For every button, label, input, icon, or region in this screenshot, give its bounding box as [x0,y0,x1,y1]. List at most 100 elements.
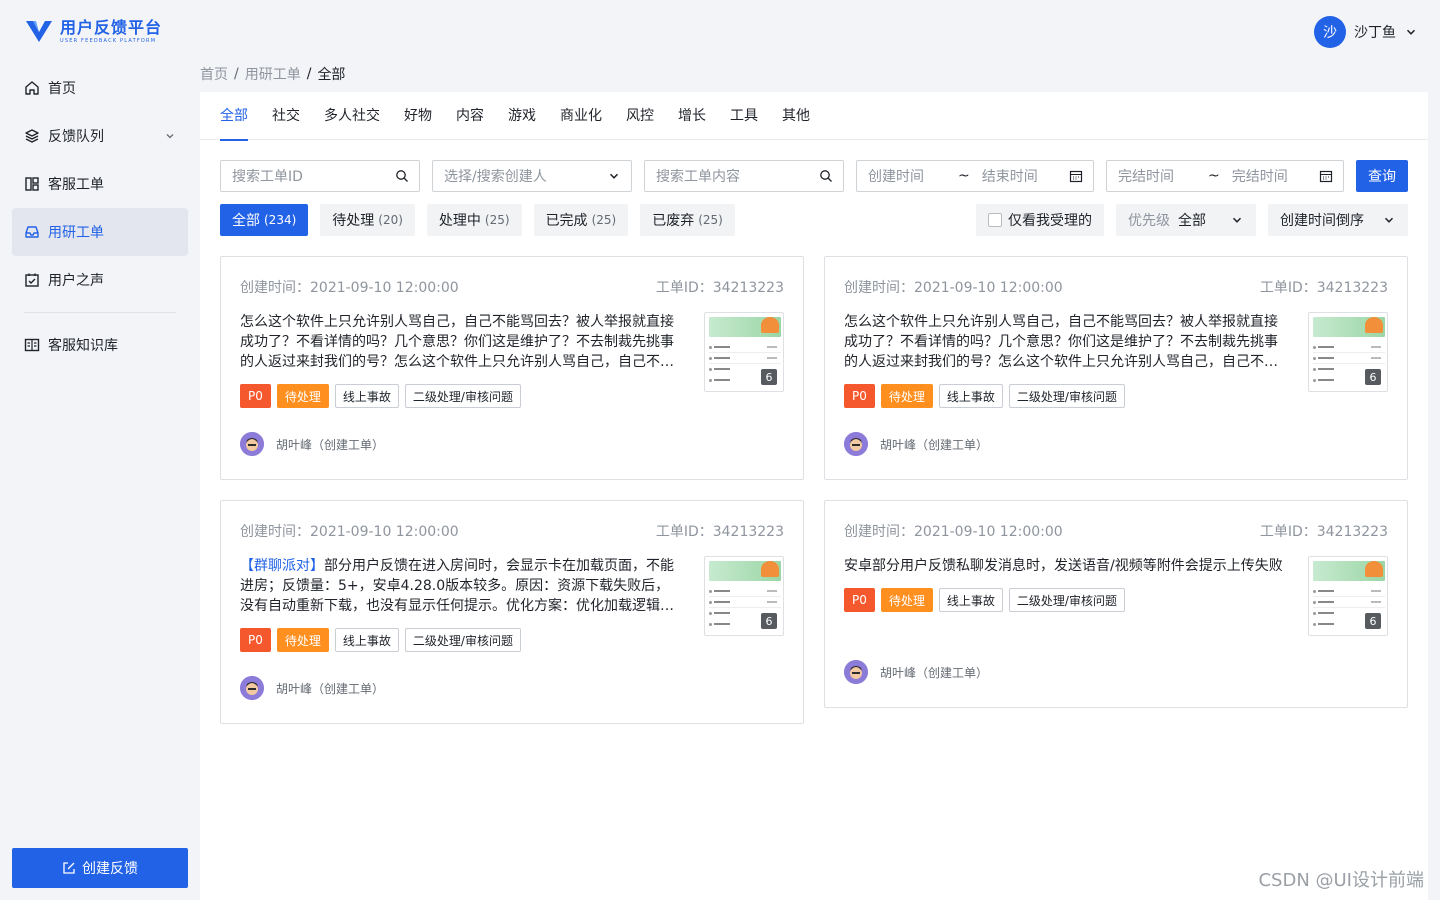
thumbnail-line [714,590,730,592]
priority-select[interactable]: 优先级 全部 [1116,204,1256,236]
priority-tag: P0 [240,384,271,408]
tab-content[interactable]: 内容 [456,92,484,140]
tab-game[interactable]: 游戏 [508,92,536,140]
ticket-card[interactable]: 创建时间：2021-09-10 12:00:00 工单ID：34213223 怎… [220,256,804,480]
created-time: 创建时间：2021-09-10 12:00:00 [240,524,459,540]
tab-commercial[interactable]: 商业化 [560,92,602,140]
thumbnail-line [1318,601,1334,603]
thumbnail-line [1318,623,1334,625]
create-start-placeholder: 创建时间 [868,169,924,185]
status-tab-done[interactable]: 已完成 (25) [533,204,629,236]
ticket-thumbnail[interactable]: 6 [1308,556,1388,636]
sidebar-item-label: 用研工单 [48,225,104,241]
avatar: 沙 [1314,16,1346,48]
search-icon [396,170,408,182]
breadcrumb-home[interactable]: 首页 [200,64,228,84]
status-tab-discarded[interactable]: 已废弃 (25) [640,204,735,236]
type-tag: 线上事故 [334,384,399,408]
thumbnail-line [714,612,730,614]
ticket-card[interactable]: 创建时间：2021-09-10 12:00:00 工单ID：34213223 【… [220,500,804,724]
priority-value: 全部 [1178,213,1206,229]
create-feedback-label: 创建反馈 [82,861,138,877]
ticket-thumbnail[interactable]: 6 [704,312,784,392]
card-meta: 创建时间：2021-09-10 12:00:00 工单ID：34213223 [844,521,1388,540]
sidebar-item-home[interactable]: 首页 [12,64,188,112]
grid-icon [24,176,40,192]
finish-date-range-picker[interactable]: 完结时间 ~ 完结时间 [1106,160,1344,192]
status-tab-all[interactable]: 全部 (234) [220,204,309,236]
ticket-thumbnail[interactable]: 6 [1308,312,1388,392]
creator-select[interactable]: 选择/搜索创建人 [432,160,632,192]
content-placeholder: 搜索工单内容 [656,169,740,185]
ticket-description: 【群聊派对】部分用户反馈在进入房间时，会显示卡在加载页面，不能进房；反馈量：5+… [240,556,680,616]
tab-tools[interactable]: 工具 [730,92,758,140]
ticket-highlight[interactable]: 【群聊派对】 [240,558,324,574]
status-tab-label: 已废弃 [652,213,695,229]
breadcrumb-separator: / [234,66,239,82]
creator-name: 胡叶峰（创建工单） [276,681,385,696]
thumbnail-line [714,368,730,370]
tab-all[interactable]: 全部 [220,92,248,141]
status-tab-pending[interactable]: 待处理 (20) [320,204,415,236]
ticket-text: 怎么这个软件上只允许别人骂自己，自己不能骂回去？被人举报就直接成功了？不看详情的… [240,314,674,370]
sidebar-item-service-tickets[interactable]: 客服工单 [12,160,188,208]
thumbnail-line [1318,346,1334,348]
query-button[interactable]: 查询 [1356,160,1408,192]
avatar [844,432,868,456]
ticket-text: 怎么这个软件上只允许别人骂自己，自己不能骂回去？被人举报就直接成功了？不看详情的… [844,314,1278,370]
ticket-id: 工单ID：34213223 [655,280,784,296]
sidebar-item-label: 用户之声 [48,273,104,289]
content-search-input[interactable]: 搜索工单内容 [644,160,844,192]
ticket-card[interactable]: 创建时间：2021-09-10 12:00:00 工单ID：34213223 安… [824,500,1408,708]
tab-risk[interactable]: 风控 [626,92,654,140]
thumbnail-dot [1313,612,1316,615]
create-date-range-picker[interactable]: 创建时间 ~ 结束时间 [856,160,1094,192]
ticket-id-search-input[interactable]: 搜索工单ID [220,160,420,192]
sidebar-item-feedback-queue[interactable]: 反馈队列 [12,112,188,160]
chevron-down-icon [609,173,619,179]
create-feedback-button[interactable]: 创建反馈 [12,848,188,888]
thumbnail-dot [709,357,712,360]
status-tag: 待处理 [276,384,329,408]
creator-name: 胡叶峰（创建工单） [880,437,989,452]
chevron-down-icon [1406,29,1416,35]
ticket-description: 怎么这个软件上只允许别人骂自己，自己不能骂回去？被人举报就直接成功了？不看详情的… [844,312,1284,372]
tab-goods[interactable]: 好物 [404,92,432,140]
ticket-text: 安卓部分用户反馈私聊发消息时，发送语音/视频等附件会提示上传失败 [844,558,1283,574]
card-meta: 创建时间：2021-09-10 12:00:00 工单ID：34213223 [240,521,784,540]
tab-social[interactable]: 社交 [272,92,300,140]
thumbnail-dot [1313,346,1316,349]
created-time: 创建时间：2021-09-10 12:00:00 [240,280,459,296]
ticket-card[interactable]: 创建时间：2021-09-10 12:00:00 工单ID：34213223 怎… [824,256,1408,480]
sidebar-item-label: 首页 [48,81,76,97]
ticket-tags: P0 待处理 线上事故 二级处理/审核问题 [240,384,521,408]
app-logo[interactable]: 用户反馈平台 USER FEEDBACK PLATFORM [24,18,162,44]
thumbnail-line [714,623,730,625]
inbox-icon [24,224,40,240]
status-tab-count: (25) [591,213,617,227]
only-mine-label: 仅看我受理的 [1008,213,1092,229]
user-menu[interactable]: 沙 沙丁鱼 [1314,16,1418,48]
category-tag: 二级处理/审核问题 [1008,384,1125,408]
thumbnail-divider [1313,352,1385,353]
ticket-id: 工单ID：34213223 [1259,280,1388,296]
sidebar-item-user-voice[interactable]: 用户之声 [12,256,188,304]
list-controls: 仅看我受理的 优先级 全部 创建时间倒序 [976,204,1408,236]
only-mine-checkbox[interactable]: 仅看我受理的 [976,204,1104,236]
range-tilde: ~ [958,168,970,184]
status-tab-processing[interactable]: 处理中 (25) [426,204,522,236]
tab-growth[interactable]: 增长 [678,92,706,140]
ticket-creator: 胡叶峰（创建工单） [844,432,988,456]
thumbnail-line [1318,612,1334,614]
status-tabs: 全部 (234) 待处理 (20) 处理中 (25) 已完成 (25) 已废弃 … [220,204,735,236]
creator-name: 胡叶峰（创建工单） [880,665,989,680]
tab-other[interactable]: 其他 [782,92,810,140]
breadcrumb-research[interactable]: 用研工单 [245,64,301,84]
tab-multi-social[interactable]: 多人社交 [324,92,380,140]
ticket-thumbnail[interactable]: 6 [704,556,784,636]
status-tab-count: (20) [378,213,403,227]
thumbnail-decoration [761,561,779,577]
sort-select[interactable]: 创建时间倒序 [1268,204,1408,236]
sidebar-item-research-tickets[interactable]: 用研工单 [12,208,188,256]
sidebar-item-knowledge-base[interactable]: 客服知识库 [12,321,188,369]
